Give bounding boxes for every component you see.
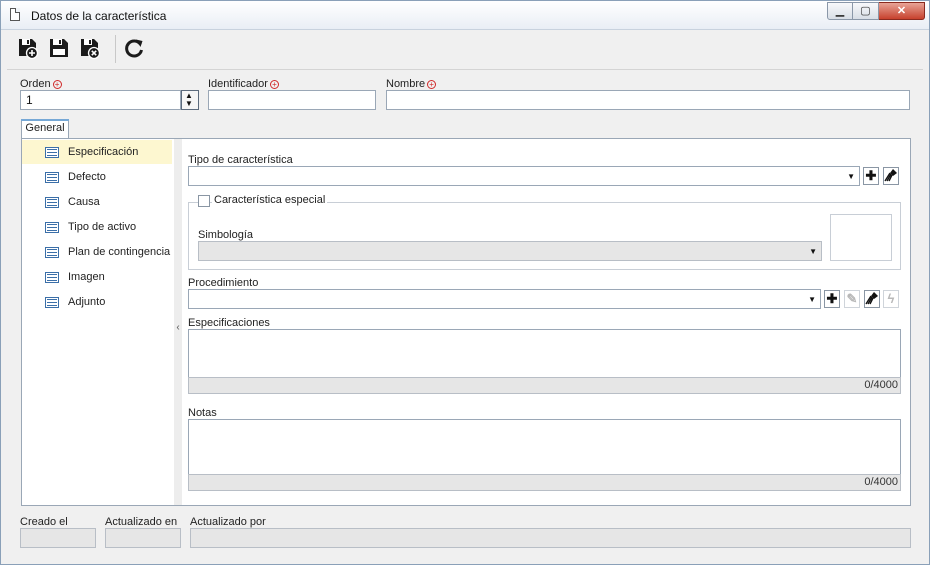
required-icon: + — [269, 80, 279, 89]
dialog-window: Datos de la característica ▁ ▢ ✕ Orden +… — [0, 0, 930, 565]
toolbar-separator — [115, 35, 116, 63]
procedimiento-label: Procedimiento — [188, 277, 259, 289]
window-controls: ▁ ▢ ✕ — [827, 2, 925, 20]
nombre-input[interactable] — [386, 90, 910, 110]
refresh-icon — [125, 39, 143, 58]
sidebar-item-label: Imagen — [68, 271, 105, 283]
document-icon — [10, 8, 20, 21]
identificador-label: Identificador + — [208, 78, 279, 90]
creado-el-field — [20, 528, 96, 548]
sidebar-item-label: Especificación — [68, 146, 139, 158]
sidebar-item-label: Tipo de activo — [68, 221, 137, 233]
simbologia-label: Simbología — [198, 229, 254, 241]
sidebar-item-label: Causa — [68, 196, 100, 208]
clear-procedimiento-button[interactable] — [864, 290, 880, 308]
procedimiento-select[interactable]: ▼ — [188, 289, 821, 309]
simbologia-select[interactable]: ▼ — [198, 241, 822, 261]
minimize-button[interactable]: ▁ — [827, 2, 853, 20]
especificaciones-label: Especificaciones — [188, 317, 270, 329]
sidebar-item-imagen[interactable]: Imagen — [22, 265, 172, 289]
broom-icon — [884, 169, 897, 182]
edit-procedimiento-button[interactable]: ✎ — [844, 290, 860, 308]
sidebar-splitter[interactable]: ‹ — [174, 139, 182, 505]
especificaciones-textarea[interactable] — [188, 329, 901, 378]
sidebar-item-plan-de-contingencia[interactable]: Plan de contingencia — [22, 240, 172, 264]
save-close-icon — [81, 39, 101, 60]
save-close-button[interactable] — [78, 36, 102, 60]
refresh-button[interactable] — [122, 36, 146, 60]
sidebar-item-label: Plan de contingencia — [68, 246, 171, 258]
form-icon — [45, 172, 59, 183]
run-procedimiento-button[interactable]: ϟ — [883, 290, 899, 308]
sidebar-item-label: Adjunto — [68, 296, 106, 308]
identificador-input[interactable] — [208, 90, 376, 110]
actualizado-por-field — [190, 528, 911, 548]
save-new-icon — [19, 39, 39, 60]
sidebar: Especificación Defecto Causa Tipo de act… — [22, 139, 174, 505]
sidebar-item-especificacion[interactable]: Especificación — [22, 140, 172, 164]
form-icon — [45, 297, 59, 308]
maximize-button[interactable]: ▢ — [853, 2, 879, 20]
required-icon: + — [427, 80, 437, 89]
close-button[interactable]: ✕ — [879, 2, 925, 20]
sidebar-item-causa[interactable]: Causa — [22, 190, 172, 214]
caracteristica-especial-checkbox[interactable] — [198, 195, 210, 207]
especificaciones-counter: 0/4000 — [188, 377, 901, 394]
simbologia-image — [830, 214, 892, 261]
creado-el-label: Creado el — [20, 516, 68, 528]
title-bar: Datos de la característica ▁ ▢ ✕ — [1, 1, 929, 30]
tipo-caracteristica-label: Tipo de característica — [188, 154, 293, 166]
tipo-caracteristica-select[interactable]: ▼ — [188, 166, 860, 186]
actualizado-en-label: Actualizado en — [105, 516, 178, 528]
dropdown-arrow-icon: ▼ — [847, 172, 855, 181]
notas-counter: 0/4000 — [188, 474, 901, 491]
orden-input[interactable]: 1 — [20, 90, 181, 110]
tab-general[interactable]: General — [21, 119, 69, 138]
broom-icon — [865, 292, 878, 305]
save-new-button[interactable] — [16, 36, 40, 60]
stepper-down-icon[interactable]: ▼ — [185, 100, 193, 108]
sidebar-item-defecto[interactable]: Defecto — [22, 165, 172, 189]
dropdown-arrow-icon: ▼ — [808, 295, 816, 304]
add-procedimiento-button[interactable]: ✚ — [824, 290, 840, 308]
dropdown-arrow-icon: ▼ — [809, 247, 817, 256]
form-icon — [45, 272, 59, 283]
save-icon — [50, 39, 68, 57]
actualizado-en-field — [105, 528, 181, 548]
caracteristica-especial-label: Característica especial — [212, 194, 328, 206]
clear-tipo-button[interactable] — [883, 167, 899, 185]
form-icon — [45, 197, 59, 208]
required-icon: + — [52, 80, 62, 89]
sidebar-item-adjunto[interactable]: Adjunto — [22, 290, 172, 314]
notas-textarea[interactable] — [188, 419, 901, 475]
add-tipo-button[interactable]: ✚ — [863, 167, 879, 185]
collapse-chevron-icon[interactable]: ‹ — [174, 322, 182, 333]
orden-label: Orden + — [20, 78, 62, 90]
save-button[interactable] — [47, 36, 71, 60]
sidebar-item-label: Defecto — [68, 171, 106, 183]
sidebar-item-tipo-de-activo[interactable]: Tipo de activo — [22, 215, 172, 239]
form-icon — [45, 222, 59, 233]
nombre-label: Nombre + — [386, 78, 437, 90]
toolbar — [7, 31, 923, 70]
actualizado-por-label: Actualizado por — [190, 516, 266, 528]
window-title: Datos de la característica — [31, 9, 167, 23]
form-icon — [45, 247, 59, 258]
orden-stepper[interactable]: ▲ ▼ — [181, 90, 199, 110]
form-icon — [45, 147, 59, 158]
notas-label: Notas — [188, 407, 217, 419]
